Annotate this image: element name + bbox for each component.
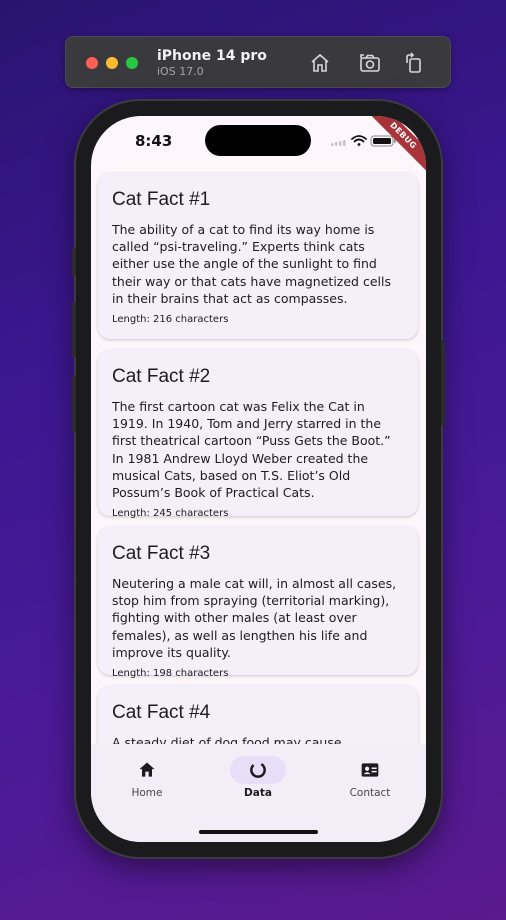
rotate-button[interactable] bbox=[402, 51, 426, 75]
rotate-icon bbox=[406, 52, 421, 73]
zoom-window-button[interactable] bbox=[126, 57, 138, 69]
nav-item-contact[interactable]: Contact bbox=[314, 744, 426, 814]
mute-switch bbox=[72, 248, 76, 276]
screenshot-button[interactable] bbox=[358, 51, 382, 75]
power-button bbox=[441, 340, 445, 426]
fact-title: Cat Fact #1 bbox=[112, 189, 211, 210]
simulator-toolbar: iPhone 14 pro iOS 17.0 bbox=[65, 36, 451, 88]
bottom-navigation-bar: Home Data Contact bbox=[91, 744, 426, 842]
nav-item-data[interactable]: Data bbox=[202, 744, 314, 814]
fact-length: Length: 245 characters bbox=[112, 508, 229, 520]
fact-card[interactable]: Cat Fact #4 A steady diet of dog food ma… bbox=[98, 686, 418, 744]
close-window-button[interactable] bbox=[86, 57, 98, 69]
fact-length: Length: 198 characters bbox=[112, 668, 229, 680]
fact-title: Cat Fact #3 bbox=[112, 543, 211, 564]
loading-icon bbox=[250, 762, 266, 778]
nav-item-home[interactable]: Home bbox=[91, 744, 203, 814]
fact-text: The first cartoon cat was Felix the Cat … bbox=[112, 399, 391, 501]
minimize-window-button[interactable] bbox=[106, 57, 118, 69]
volume-down-button bbox=[72, 376, 76, 432]
fact-text: Neutering a male cat will, in almost all… bbox=[112, 576, 397, 660]
nav-label-data: Data bbox=[244, 787, 272, 799]
home-icon bbox=[311, 53, 329, 72]
battery-icon bbox=[370, 135, 396, 147]
fact-card[interactable]: Cat Fact #1 The ability of a cat to find… bbox=[98, 173, 418, 339]
fact-card[interactable]: Cat Fact #3 Neutering a male cat will, i… bbox=[98, 527, 418, 679]
fact-title: Cat Fact #2 bbox=[112, 366, 211, 387]
screenshot-icon bbox=[360, 54, 380, 72]
home-indicator[interactable] bbox=[199, 830, 318, 834]
fact-title: Cat Fact #4 bbox=[112, 702, 211, 723]
status-icons bbox=[331, 134, 401, 148]
home-icon bbox=[139, 762, 155, 777]
fact-text: The ability of a cat to find its way hom… bbox=[112, 222, 391, 306]
device-name: iPhone 14 pro bbox=[157, 48, 267, 64]
fact-text: A steady diet of dog food may cause blin… bbox=[112, 735, 342, 744]
signal-icon bbox=[331, 140, 346, 146]
fact-length: Length: 216 characters bbox=[112, 314, 229, 326]
fact-card[interactable]: Cat Fact #2 The first cartoon cat was Fe… bbox=[98, 350, 418, 520]
os-version: iOS 17.0 bbox=[157, 65, 204, 78]
nav-active-indicator bbox=[230, 756, 286, 784]
home-button[interactable] bbox=[308, 51, 332, 75]
wifi-icon bbox=[351, 135, 367, 146]
status-time: 8:43 bbox=[135, 132, 173, 150]
nav-label-home: Home bbox=[131, 787, 163, 799]
cat-facts-list[interactable]: Cat Fact #1 The ability of a cat to find… bbox=[91, 168, 426, 744]
volume-up-button bbox=[72, 302, 76, 358]
nav-label-contact: Contact bbox=[349, 787, 391, 799]
status-bar: 8:43 DEBUG bbox=[91, 116, 426, 174]
phone-screen: 8:43 DEBUG Cat Fact #1 The ability of a … bbox=[91, 116, 426, 842]
dynamic-island bbox=[205, 125, 311, 156]
contact-card-icon bbox=[361, 763, 379, 777]
